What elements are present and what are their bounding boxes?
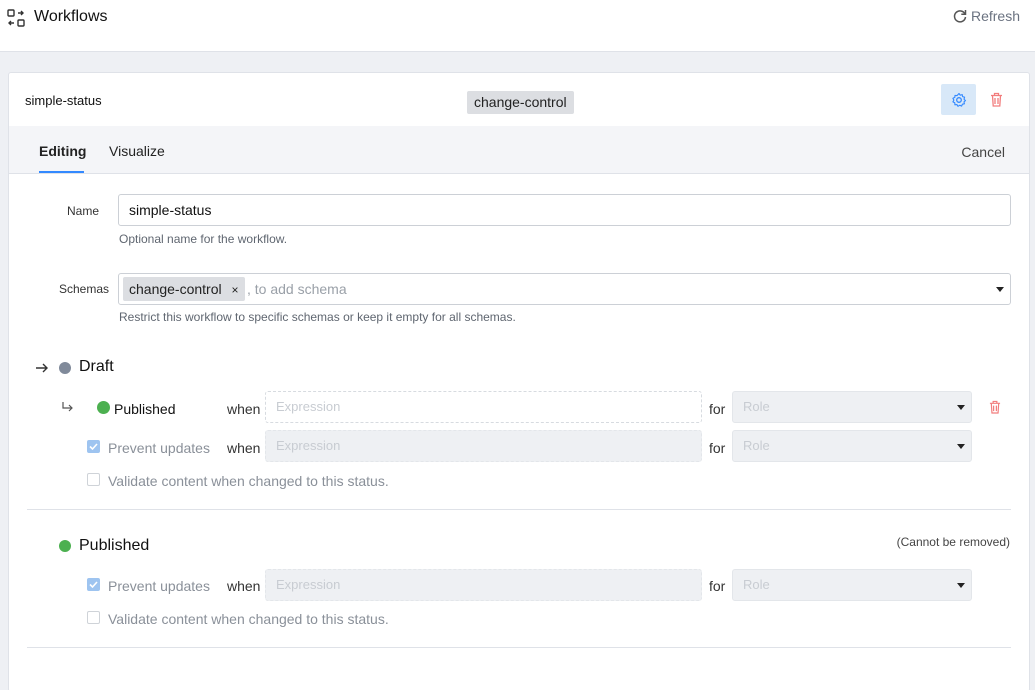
status-divider [27,647,1011,648]
tab-editing[interactable]: Editing [39,143,86,159]
schemas-label: Schemas [58,282,109,296]
schemas-placeholder: , to add schema [247,281,347,297]
prevent-when-label: when [227,578,261,594]
validate-checkbox[interactable] [87,611,100,624]
schema-chip-label: change-control [129,281,222,297]
chevron-down-icon [957,444,965,449]
transition-expression-placeholder: Expression [276,399,341,414]
workflow-icon [7,9,25,27]
refresh-label: Refresh [970,8,1020,24]
transition-role-select[interactable]: Role [732,391,972,423]
active-tab-indicator [39,171,84,173]
chevron-down-icon [957,405,965,410]
prevent-expression-placeholder: Expression [276,577,341,592]
workflow-card-header: simple-status change-control [9,73,1029,126]
transition-expression-input[interactable]: Expression [265,391,702,423]
schema-tag: change-control [467,91,574,114]
cancel-button[interactable]: Cancel [961,144,1005,160]
chevron-down-icon [957,583,965,588]
check-icon [89,581,98,589]
gear-icon [951,92,966,107]
schema-chip: change-control × [123,277,245,301]
prevent-for-label: for [709,578,726,594]
prevent-for-label: for [709,440,726,456]
transition-when-label: when [227,401,261,417]
validate-label: Validate content when changed to this st… [108,611,389,627]
prevent-updates-checkbox[interactable] [87,578,100,591]
top-bar: Workflows Refresh [0,0,1035,52]
name-field[interactable]: simple-status [118,194,1011,226]
refresh-button[interactable]: Refresh [952,8,1020,24]
transition-for-label: for [709,401,726,417]
page-title: Workflows [34,8,108,25]
name-field-value: simple-status [129,202,212,218]
prevent-role-placeholder: Role [743,577,770,592]
prevent-expression-input[interactable]: Expression [265,569,702,601]
status-divider [27,509,1011,510]
prevent-updates-label: Prevent updates [108,440,210,456]
status-name-draft[interactable]: Draft [79,358,114,376]
chevron-down-icon[interactable] [996,287,1004,292]
prevent-expression-placeholder: Expression [276,438,341,453]
trash-icon[interactable] [989,400,1001,414]
tab-visualize[interactable]: Visualize [109,143,165,159]
validate-label: Validate content when changed to this st… [108,473,389,489]
name-hint: Optional name for the workflow. [119,232,288,246]
prevent-role-select[interactable]: Role [732,569,972,601]
transition-target[interactable]: Published [114,401,176,417]
prevent-when-label: when [227,440,261,456]
transition-role-placeholder: Role [743,399,770,414]
trash-icon [990,92,1002,107]
workflow-name: simple-status [25,93,102,108]
workflow-card: simple-status change-control Editing Vis… [8,72,1030,690]
transition-arrow-icon [62,402,73,412]
prevent-role-placeholder: Role [743,438,770,453]
validate-checkbox[interactable] [87,473,100,486]
tab-bar: Editing Visualize Cancel [9,126,1029,174]
arrow-right-icon [36,363,48,373]
schemas-field[interactable]: change-control × , to add schema [118,273,1011,305]
refresh-icon [953,10,967,23]
transition-target-dot [97,401,110,414]
remove-schema-icon[interactable]: × [232,283,239,297]
prevent-expression-input[interactable]: Expression [265,430,702,462]
schemas-hint: Restrict this workflow to specific schem… [119,310,516,324]
settings-button[interactable] [941,84,976,115]
prevent-updates-checkbox[interactable] [87,440,100,453]
check-icon [89,443,98,451]
cannot-remove-note: (Cannot be removed) [896,535,1010,549]
delete-workflow-button[interactable] [987,88,1005,110]
name-label: Name [66,204,99,218]
status-name-published[interactable]: Published [79,537,149,555]
status-color-dot[interactable] [59,362,71,374]
prevent-role-select[interactable]: Role [732,430,972,462]
prevent-updates-label: Prevent updates [108,578,210,594]
status-color-dot[interactable] [59,540,71,552]
